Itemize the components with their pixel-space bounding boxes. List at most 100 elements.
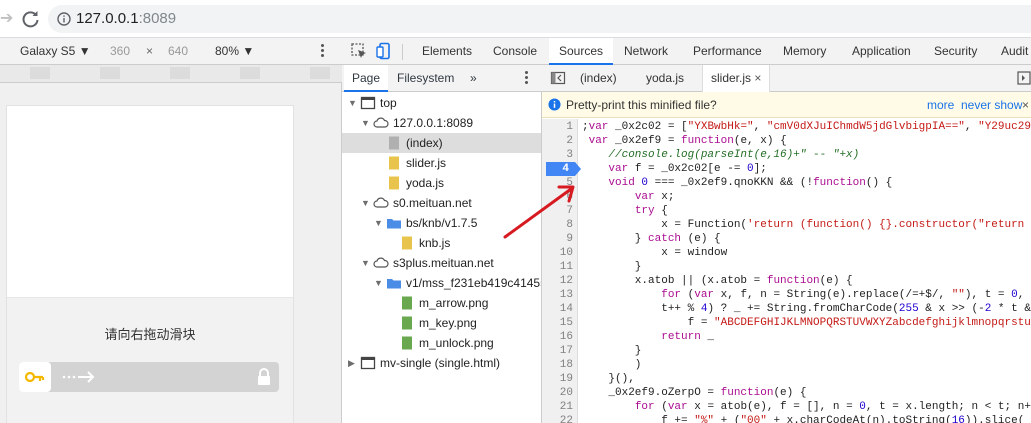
tab-sources[interactable]: Sources [549,38,614,65]
device-toggle-icon[interactable] [376,42,394,60]
file-tab-index[interactable]: (index) [580,65,617,92]
code-line[interactable]: }(), [582,372,634,386]
tab-performance[interactable]: Performance [693,38,762,65]
code-line[interactable]: var _0x2ef9 = function(e, x) { [582,134,787,148]
code-line[interactable]: } catch (e) { [582,232,721,246]
line-number[interactable]: 21 [543,400,573,414]
tab-network[interactable]: Network [624,38,668,65]
code-line[interactable]: void 0 === _0x2ef9.qnoKKN && (!function(… [582,176,892,190]
infobar-more-link[interactable]: more [927,98,954,112]
expand-triangle-icon[interactable]: ▼ [361,113,370,133]
code-line[interactable]: return _ [582,330,714,344]
tab-memory[interactable]: Memory [783,38,826,65]
tree-item-label: s0.meituan.net [393,196,472,210]
device-select[interactable]: Galaxy S5 ▼ [20,44,91,58]
line-number[interactable]: 1 [543,120,573,134]
code-line[interactable]: x = window [582,246,727,260]
tree-item-label: slider.js [406,156,447,170]
code-line[interactable]: _0x2ef9.oZerpO = function(e) { [582,386,806,400]
code-line[interactable]: var x; [582,190,675,204]
line-number[interactable]: 18 [543,358,573,372]
tree-item[interactable]: slider.js [342,153,541,173]
line-number[interactable]: 10 [543,246,573,260]
line-number[interactable]: 17 [543,344,573,358]
code-line[interactable]: f += "%" + ("00" + x.charCodeAt(n).toStr… [582,414,1024,423]
tab-application[interactable]: Application [852,38,911,65]
file-tab-yoda[interactable]: yoda.js [646,65,684,92]
code-line[interactable]: x = Function('return (function() {}.cons… [582,218,1024,232]
line-number[interactable]: 4 [542,162,569,176]
collapse-triangle-icon[interactable]: ▶ [348,353,355,373]
more-tabs-chevron[interactable]: » [470,65,477,92]
close-tab-icon[interactable]: × [754,71,761,85]
code-line[interactable]: t++ % 4) ? _ += String.fromCharCode(255 … [582,302,1031,316]
infobar-message: Pretty-print this minified file? [566,98,717,112]
code-line[interactable]: f = "ABCDEFGHIJKLMNOPQRSTUVWXYZabcdefghi… [582,316,1031,330]
line-number[interactable]: 14 [543,302,573,316]
cloud-icon [373,196,389,210]
navigator-menu-icon[interactable] [522,70,530,86]
subtab-filesystem[interactable]: Filesystem [397,65,454,92]
slider-track[interactable] [19,362,279,392]
tree-item-label: m_key.png [419,316,477,330]
tab-audits[interactable]: Audit [1001,38,1028,65]
line-number[interactable]: 20 [543,386,573,400]
infobar-never-show-link[interactable]: never show [961,98,1022,112]
file-tab-slider[interactable]: slider.js × [702,65,771,92]
expand-triangle-icon[interactable]: ▼ [361,193,370,213]
expand-triangle-icon[interactable]: ▼ [374,273,383,293]
line-number[interactable]: 22 [543,414,573,423]
tree-item[interactable]: ▼ s3plus.meituan.net [342,253,541,273]
line-number-gutter[interactable]: 1 2 3 4 5 6 7 8 9 10 11 12 13 14 15 16 17 18 19 20 21 22 [542,119,581,423]
device-height[interactable]: 640 [168,44,188,58]
line-number[interactable]: 3 [543,148,573,162]
toggle-navigator-icon[interactable] [550,70,566,86]
reload-icon[interactable] [20,8,42,30]
line-number[interactable]: 13 [543,288,573,302]
line-number[interactable]: 11 [543,260,573,274]
slider-knob[interactable] [19,362,51,392]
info-icon[interactable] [57,12,71,26]
more-options-icon[interactable] [318,43,326,59]
expand-triangle-icon[interactable]: ▼ [374,213,383,233]
code-line[interactable]: //console.log(parseInt(e,16)+" -- "+x) [582,148,859,162]
tree-item[interactable]: ▼ 127.0.0.1:8089 [342,113,541,133]
tree-item[interactable]: m_arrow.png [342,293,541,313]
infobar-close-icon[interactable]: × [1022,98,1029,112]
tree-item[interactable]: ▼ v1/mss_f231eb419c414559 [342,273,541,293]
line-number[interactable]: 16 [543,330,573,344]
device-width[interactable]: 360 [110,44,130,58]
expand-triangle-icon[interactable]: ▼ [361,253,370,273]
tree-item[interactable]: ▼ top [342,93,541,113]
subtab-page[interactable]: Page [344,65,389,92]
forward-icon[interactable]: ➔ [0,9,14,29]
code-editor[interactable]: 1 2 3 4 5 6 7 8 9 10 11 12 13 14 15 16 17 18 19 20 21 22 ;var… [542,119,1031,423]
tree-item[interactable]: m_unlock.png [342,333,541,353]
toggle-debugger-icon[interactable] [1017,70,1031,86]
tab-console[interactable]: Console [493,38,537,65]
zoom-select[interactable]: 80% ▼ [215,44,254,58]
code-line[interactable]: } [582,260,642,274]
code-line[interactable]: var f = _0x2c02[e -= 0]; [582,162,766,176]
code-line[interactable]: ;var _0x2c02 = ["YXBwbHk=", "cmV0dXJuICh… [582,120,1031,134]
expand-triangle-icon[interactable]: ▼ [348,93,357,113]
code-line[interactable]: x.atob || (x.atob = function(e) { [582,274,853,288]
tree-item-label: s3plus.meituan.net [393,256,494,270]
code-line[interactable]: for (var x = atob(e), f = [], n = 0, t =… [582,400,1031,414]
inspect-element-icon[interactable] [350,42,368,60]
code-line[interactable]: for (var x, f, n = String(e).replace(/=+… [582,288,1024,302]
tab-elements[interactable]: Elements [422,38,472,65]
media-query-ruler[interactable] [0,65,342,83]
tree-item[interactable]: m_key.png [342,313,541,333]
line-number[interactable]: 2 [543,134,573,148]
line-number[interactable]: 19 [543,372,573,386]
tree-item[interactable]: (index) [342,133,541,153]
code-line[interactable]: try { [582,204,668,218]
tab-security[interactable]: Security [934,38,977,65]
line-number[interactable]: 15 [543,316,573,330]
omnibox[interactable]: 127.0.0.1:8089 [48,5,1031,33]
tree-item[interactable]: ▶ mv-single (single.html) [342,353,541,373]
line-number[interactable]: 12 [543,274,573,288]
code-line[interactable]: ) [582,358,642,372]
code-line[interactable]: } [582,344,642,358]
